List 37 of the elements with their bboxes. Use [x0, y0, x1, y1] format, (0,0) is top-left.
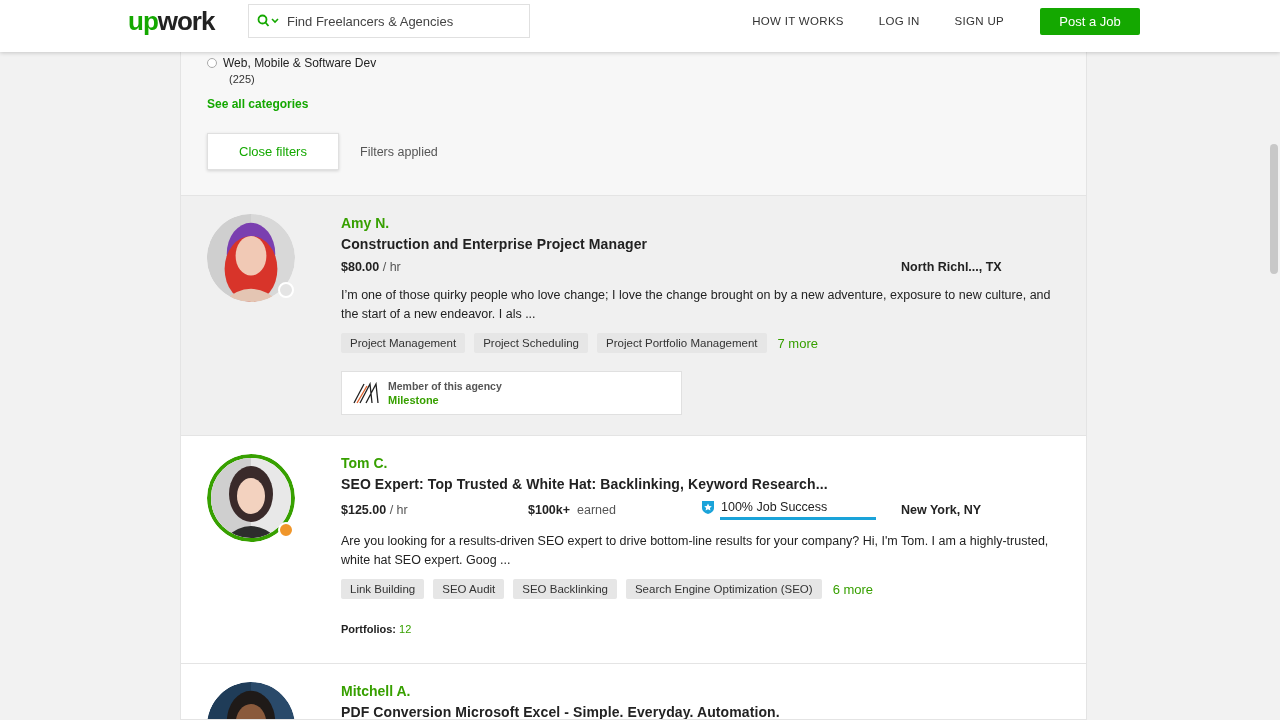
skill-tag[interactable]: SEO Backlinking	[513, 579, 617, 599]
location: North Richl..., TX	[901, 260, 1003, 274]
agency-name: Milestone	[388, 394, 440, 406]
location: New York, NY	[901, 503, 983, 517]
agency-label: Member of this agency	[388, 380, 502, 392]
freelancer-title: Construction and Enterprise Project Manager	[341, 236, 648, 252]
agency-card[interactable]: Member of this agency Milestone	[341, 371, 682, 415]
search-input[interactable]: Find Freelancers & Agencies	[285, 12, 529, 30]
nav-link[interactable]: SIGN UP	[954, 15, 1004, 27]
freelancer-title: SEO Expert: Top Trusted & White Hat: Backlinking, Keyword Research...	[341, 476, 828, 492]
nav-link[interactable]: LOG IN	[878, 15, 920, 27]
freelancer-card[interactable]	[181, 196, 1086, 436]
earned-amount: $100k+ earned	[528, 503, 617, 517]
description: Are you looking for a results-driven SEO expert to drive bottom-line results for your company? Hi, I'm Tom. I am a highly-trusted, white hat SEO expert. Goog ...	[341, 533, 1050, 569]
freelancer-title: PDF Conversion Microsoft Excel - Simple. Everyday. Automation.	[341, 704, 780, 719]
nav-link[interactable]: HOW IT WORKS	[752, 15, 844, 27]
hourly-rate: $80.00 / hr	[341, 260, 402, 274]
hourly-rate: $125.00 / hr	[341, 503, 409, 517]
category-count: (225)	[229, 73, 255, 85]
shield-icon	[701, 500, 715, 514]
skill-tag[interactable]: Link Building	[341, 579, 425, 599]
skill-tag[interactable]: Search Engine Optimization (SEO)	[625, 579, 822, 599]
skill-tag[interactable]: Project Scheduling	[474, 333, 589, 353]
radio-button[interactable]	[207, 58, 217, 68]
search-field[interactable]: Find Freelancers & Agencies	[248, 4, 530, 38]
skill-tag[interactable]: Project Portfolio Management	[597, 333, 767, 353]
search-icon	[257, 14, 281, 28]
skill-tag[interactable]: SEO Audit	[433, 579, 505, 599]
description: I’m one of those quirky people who love change; I love the change brought on by a new adventure, exposure to new culture, and the start of a new endeavor. I als ...	[341, 287, 1051, 323]
agency-logo-icon	[352, 382, 380, 404]
job-success-label: 100% Job Success	[721, 500, 828, 514]
more-skills-link[interactable]: 6 more	[832, 581, 874, 597]
portfolios-count: Portfolios: 12	[341, 623, 412, 635]
upwork-logo[interactable]: upwork	[128, 5, 248, 37]
filters-status: Filters applied	[360, 144, 438, 159]
skill-tag[interactable]: Project Management	[341, 333, 466, 353]
category-label: Web, Mobile & Software Dev	[223, 56, 377, 70]
